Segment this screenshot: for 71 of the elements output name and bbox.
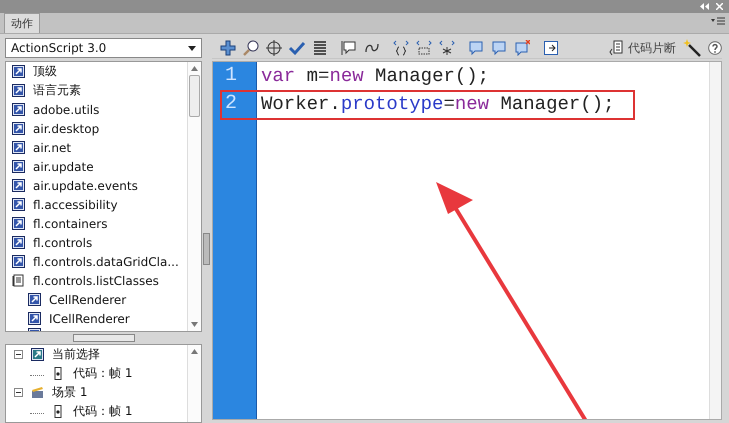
panel-menu-icon[interactable] — [711, 17, 725, 25]
remove-comment-icon[interactable] — [514, 40, 530, 56]
code-snippets-button[interactable]: 代码片断 — [609, 40, 676, 56]
document-icon — [609, 40, 623, 56]
package-icon — [12, 179, 25, 192]
tree-item[interactable]: 当前选择 — [52, 346, 100, 363]
selection-icon — [31, 348, 44, 361]
scroll-up-icon[interactable] — [191, 66, 198, 71]
library-item[interactable]: air.update.events — [33, 178, 138, 192]
scrollbar[interactable] — [709, 62, 721, 419]
library-item[interactable]: air.update — [33, 160, 94, 174]
library-item[interactable]: air.desktop — [33, 122, 100, 136]
package-icon — [28, 293, 41, 306]
crosshair-icon[interactable] — [266, 40, 282, 56]
toolbox-toggle-icon[interactable] — [543, 40, 559, 56]
tree-item[interactable]: 代码：帧 1 — [73, 403, 132, 420]
library-item[interactable]: CellRenderer — [49, 292, 126, 306]
line-number: 2 — [224, 91, 238, 117]
search-icon[interactable] — [243, 40, 259, 56]
book-icon — [12, 274, 25, 287]
magic-wand-icon[interactable] — [683, 39, 701, 57]
comment-icon[interactable] — [341, 40, 357, 56]
clapperboard-icon — [31, 386, 44, 399]
package-icon — [12, 236, 25, 249]
package-icon — [28, 312, 41, 325]
scrollbar[interactable] — [187, 345, 201, 422]
scrollbar[interactable] — [187, 62, 201, 331]
code-editor[interactable]: 1 2 var m=new Manager(); Worker.prototype=new Manager(); — [212, 61, 722, 420]
library-item[interactable]: 语言元素 — [33, 82, 81, 99]
check-icon[interactable] — [289, 40, 305, 56]
scroll-thumb[interactable] — [189, 75, 200, 117]
library-item[interactable]: fl.controls — [33, 236, 92, 250]
library-item[interactable]: fl.containers — [33, 216, 108, 230]
code-line: Worker.prototype=new Manager(); — [261, 93, 614, 115]
library-item[interactable]: 顶级 — [33, 63, 57, 80]
close-icon[interactable] — [716, 3, 723, 10]
panel-tab[interactable]: 动作 — [4, 13, 40, 33]
package-icon — [12, 65, 25, 78]
dropdown-caret-icon — [188, 46, 196, 50]
collapse-toggle[interactable] — [14, 350, 23, 359]
library-item[interactable]: adobe.utils — [33, 102, 100, 116]
package-icon — [12, 141, 25, 154]
tree-item[interactable]: 代码：帧 1 — [73, 365, 132, 382]
tree-item[interactable]: 场景 1 — [52, 384, 88, 401]
align-icon[interactable] — [312, 40, 328, 56]
package-icon — [12, 84, 25, 97]
collapse-toggle[interactable] — [14, 388, 23, 397]
library-item[interactable]: fl.controls.listClasses — [33, 274, 159, 288]
collapse-icon[interactable] — [700, 3, 709, 10]
package-icon — [12, 103, 25, 116]
package-icon — [12, 160, 25, 173]
add-icon[interactable] — [220, 40, 236, 56]
package-icon — [12, 255, 25, 268]
library-item[interactable]: air.net — [33, 140, 72, 154]
language-dropdown[interactable]: ActionScript 3.0 — [5, 38, 202, 58]
scroll-up-icon[interactable] — [191, 349, 198, 354]
line-number: 1 — [224, 63, 238, 89]
block-comment-icon[interactable] — [468, 40, 484, 56]
splitter-handle[interactable] — [72, 334, 134, 342]
code-line: var m=new Manager(); — [261, 65, 490, 87]
package-icon — [12, 217, 25, 230]
library-item[interactable]: fl.controls.dataGridCla... — [33, 254, 179, 268]
library-item[interactable]: ICellRenderer — [49, 312, 130, 326]
help-icon[interactable] — [708, 41, 722, 55]
splitter-handle[interactable] — [203, 232, 210, 264]
line-comment-icon[interactable] — [491, 40, 507, 56]
package-icon — [12, 198, 25, 211]
package-icon — [12, 122, 25, 135]
braces-icon[interactable] — [393, 40, 409, 56]
scroll-down-icon[interactable] — [191, 322, 198, 327]
library-item[interactable]: fl.accessibility — [33, 198, 118, 212]
